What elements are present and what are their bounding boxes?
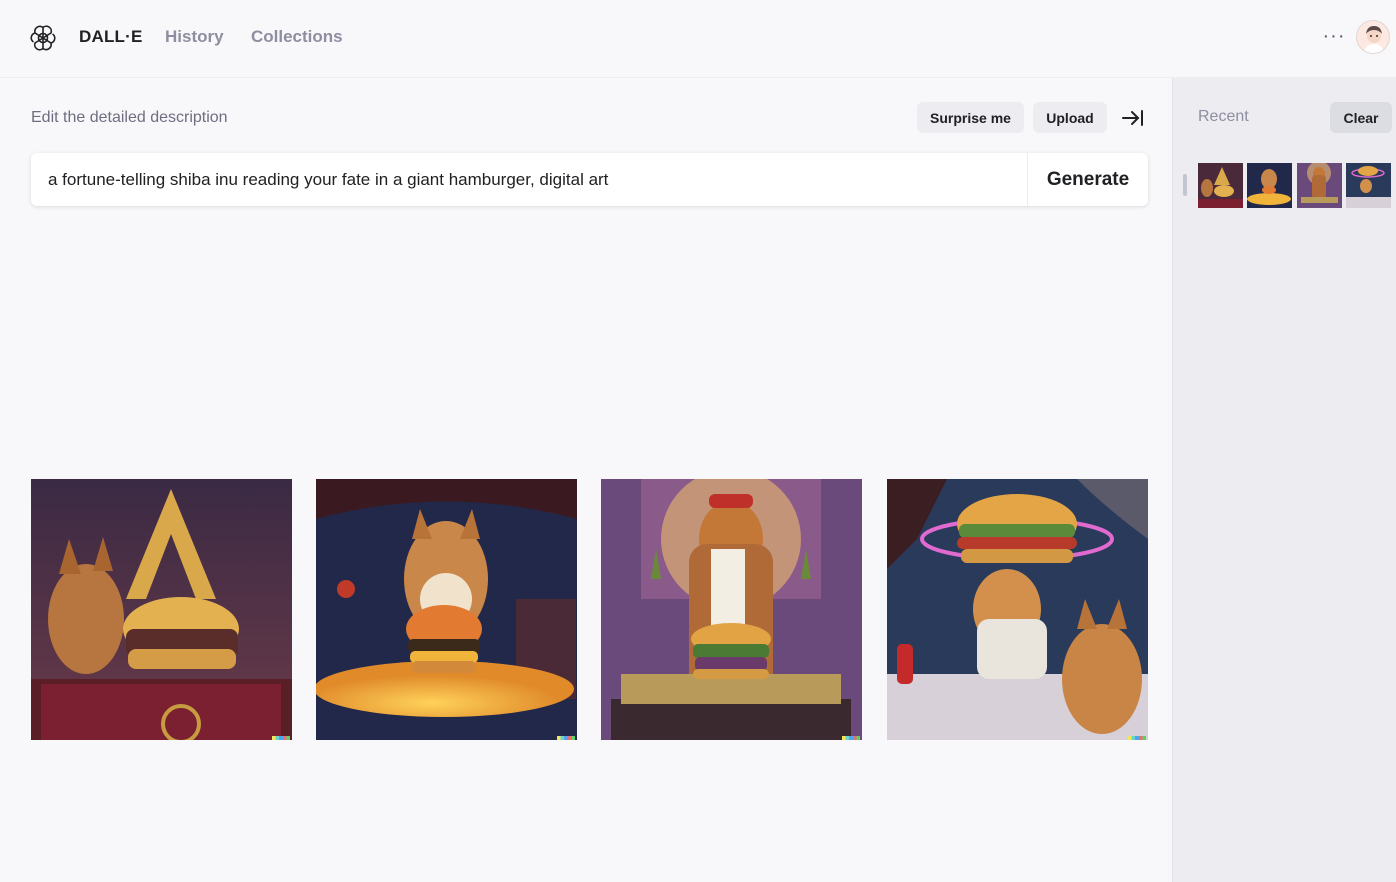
generated-image-1[interactable] xyxy=(31,479,292,740)
recent-thumbnail-2[interactable] xyxy=(1247,163,1292,208)
surprise-me-button[interactable]: Surprise me xyxy=(917,102,1024,133)
main-panel: Edit the detailed description Surprise m… xyxy=(0,78,1172,882)
signature-mark xyxy=(842,736,860,740)
prompt-input[interactable] xyxy=(31,153,1027,206)
edit-description-label: Edit the detailed description xyxy=(31,109,228,126)
signature-mark xyxy=(272,736,290,740)
resize-handle[interactable] xyxy=(1183,174,1187,196)
generated-image-3[interactable] xyxy=(601,479,862,740)
generated-image-2[interactable] xyxy=(316,479,577,740)
prompt-box: Generate xyxy=(31,153,1148,206)
more-horizontal-icon[interactable]: ··· xyxy=(1318,26,1350,50)
user-avatar[interactable] xyxy=(1356,20,1390,54)
nav-history-link[interactable]: History xyxy=(165,27,224,47)
brand-title[interactable]: DALL·E xyxy=(79,27,143,47)
recent-thumbnail-1[interactable] xyxy=(1198,163,1243,208)
recent-thumbnail-4[interactable] xyxy=(1346,163,1391,208)
nav-collections-link[interactable]: Collections xyxy=(251,27,343,47)
generate-button[interactable]: Generate xyxy=(1027,153,1148,206)
clear-button[interactable]: Clear xyxy=(1330,102,1392,133)
recent-sidebar: Recent Clear xyxy=(1172,78,1396,882)
top-navigation-bar: DALL·E History Collections ··· xyxy=(0,0,1396,78)
generated-image-4[interactable] xyxy=(887,479,1148,740)
openai-logo-icon[interactable] xyxy=(30,25,56,51)
signature-mark xyxy=(557,736,575,740)
recent-label: Recent xyxy=(1198,108,1249,125)
upload-button[interactable]: Upload xyxy=(1033,102,1107,133)
recent-thumbnail-3[interactable] xyxy=(1297,163,1342,208)
collapse-panel-icon[interactable] xyxy=(1120,107,1146,129)
signature-mark xyxy=(1128,736,1146,740)
